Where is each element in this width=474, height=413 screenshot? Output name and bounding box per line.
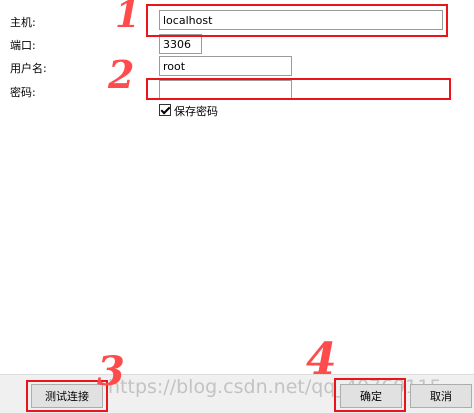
step-4-number: 4	[306, 334, 337, 385]
username-input[interactable]	[159, 56, 292, 76]
ok-highlight-box	[334, 378, 406, 412]
port-label: 端口:	[10, 39, 36, 52]
step-2-number: 2	[108, 52, 135, 97]
test-connection-highlight-box	[26, 380, 108, 412]
host-label: 主机:	[10, 16, 36, 29]
cancel-button[interactable]: 取消	[410, 384, 472, 408]
password-label: 密码:	[10, 86, 36, 99]
save-password-label[interactable]: 保存密码	[174, 103, 218, 119]
port-input[interactable]	[159, 34, 202, 54]
save-password-checkbox[interactable]	[159, 104, 171, 116]
step-1-number: 1	[115, 0, 141, 36]
host-highlight-box	[146, 4, 448, 37]
username-label: 用户名:	[10, 62, 47, 75]
password-highlight-box	[146, 78, 451, 100]
step-3-number: 3	[97, 348, 125, 395]
